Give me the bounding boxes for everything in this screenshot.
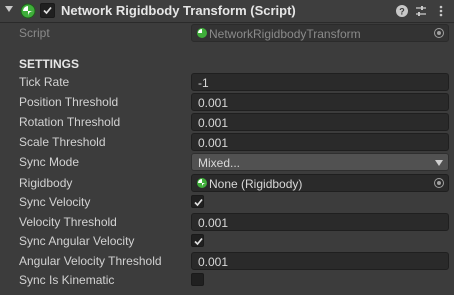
- section-title: SETTINGS: [19, 57, 80, 71]
- component-title: Network Rigidbody Transform (Script): [61, 3, 296, 18]
- position-threshold-value: 0.001: [198, 96, 229, 110]
- sync-angular-velocity-label: Sync Angular Velocity: [19, 234, 135, 248]
- position-threshold-label: Position Threshold: [19, 95, 119, 109]
- scale-threshold-value: 0.001: [198, 136, 229, 150]
- rigidbody-icon: [197, 178, 207, 188]
- scale-threshold-label: Scale Threshold: [19, 135, 106, 149]
- kebab-menu-icon[interactable]: [434, 4, 448, 18]
- tick-rate-value: -1: [198, 76, 209, 90]
- script-field[interactable]: NetworkRigidbodyTransform: [191, 24, 449, 42]
- foldout-arrow-icon[interactable]: [5, 6, 13, 12]
- sync-mode-label: Sync Mode: [19, 155, 80, 169]
- object-picker-icon[interactable]: [434, 178, 444, 188]
- rigidbody-value: None (Rigidbody): [209, 177, 303, 191]
- sync-mode-value: Mixed...: [198, 156, 241, 170]
- sync-angular-velocity-row: Sync Angular Velocity: [0, 231, 454, 251]
- sync-mode-row: Sync Mode Mixed...: [0, 152, 454, 172]
- tick-rate-row: Tick Rate -1: [0, 72, 454, 92]
- sync-is-kinematic-row: Sync Is Kinematic: [0, 270, 454, 290]
- script-value: NetworkRigidbodyTransform: [209, 27, 361, 41]
- rotation-threshold-label: Rotation Threshold: [19, 115, 121, 129]
- velocity-threshold-row: Velocity Threshold 0.001: [0, 212, 454, 232]
- sync-velocity-checkbox[interactable]: [191, 195, 204, 208]
- component-enabled-checkbox[interactable]: [40, 3, 55, 18]
- position-threshold-row: Position Threshold 0.001: [0, 92, 454, 112]
- object-picker-icon[interactable]: [434, 28, 444, 38]
- sync-velocity-row: Sync Velocity: [0, 192, 454, 212]
- component-header: Network Rigidbody Transform (Script) ?: [0, 0, 454, 23]
- angular-velocity-threshold-value: 0.001: [198, 255, 229, 269]
- rotation-threshold-value: 0.001: [198, 116, 229, 130]
- settings-section: SETTINGS: [0, 54, 454, 74]
- help-icon[interactable]: ?: [395, 4, 409, 18]
- network-script-icon: [20, 3, 36, 19]
- velocity-threshold-input[interactable]: 0.001: [191, 213, 449, 231]
- velocity-threshold-label: Velocity Threshold: [19, 215, 117, 229]
- presets-sliders-icon[interactable]: [414, 4, 428, 18]
- sync-mode-dropdown[interactable]: Mixed...: [191, 153, 449, 171]
- angular-velocity-threshold-input[interactable]: 0.001: [191, 252, 449, 270]
- script-label: Script: [19, 26, 50, 40]
- velocity-threshold-value: 0.001: [198, 216, 229, 230]
- script-row: Script NetworkRigidbodyTransform: [0, 23, 454, 43]
- angular-velocity-threshold-row: Angular Velocity Threshold 0.001: [0, 251, 454, 271]
- chevron-down-icon: [435, 160, 443, 166]
- rigidbody-row: Rigidbody None (Rigidbody): [0, 173, 454, 193]
- rotation-threshold-row: Rotation Threshold 0.001: [0, 112, 454, 132]
- scale-threshold-row: Scale Threshold 0.001: [0, 132, 454, 152]
- rigidbody-object-field[interactable]: None (Rigidbody): [191, 174, 449, 192]
- sync-is-kinematic-label: Sync Is Kinematic: [19, 273, 115, 287]
- tick-rate-label: Tick Rate: [19, 75, 70, 89]
- rotation-threshold-input[interactable]: 0.001: [191, 113, 449, 131]
- tick-rate-input[interactable]: -1: [191, 73, 449, 91]
- sync-is-kinematic-checkbox[interactable]: [191, 273, 204, 286]
- position-threshold-input[interactable]: 0.001: [191, 93, 449, 111]
- angular-velocity-threshold-label: Angular Velocity Threshold: [19, 254, 162, 268]
- svg-text:?: ?: [399, 7, 405, 17]
- rigidbody-label: Rigidbody: [19, 176, 73, 190]
- scale-threshold-input[interactable]: 0.001: [191, 133, 449, 151]
- sync-velocity-label: Sync Velocity: [19, 195, 91, 209]
- sync-angular-velocity-checkbox[interactable]: [191, 234, 204, 247]
- script-file-icon: [197, 28, 207, 38]
